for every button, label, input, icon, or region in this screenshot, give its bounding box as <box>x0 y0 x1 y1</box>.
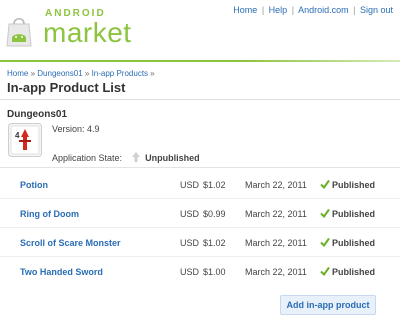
nav-signout-link[interactable]: Sign out <box>360 5 393 15</box>
state-label: Application State: <box>52 153 123 163</box>
breadcrumb-inapp-products[interactable]: In-app Products <box>92 69 148 78</box>
product-currency: USD <box>180 180 200 190</box>
check-icon <box>320 266 330 276</box>
breadcrumb-separator: » <box>84 69 90 78</box>
product-name-link[interactable]: Scroll of Scare Monster <box>20 238 121 248</box>
app-icon-number: 4 <box>15 131 20 140</box>
breadcrumb: Home » Dungeons01 » In-app Products » <box>7 69 155 78</box>
unpublished-arrow-icon <box>131 152 140 162</box>
header-divider <box>0 60 400 62</box>
version-label: Version: <box>52 124 85 134</box>
product-row: Ring of Doom USD $0.99 March 22, 2011 Pu… <box>0 199 400 228</box>
breadcrumb-app[interactable]: Dungeons01 <box>37 69 82 78</box>
product-currency: USD <box>180 209 200 219</box>
product-name-link[interactable]: Potion <box>20 180 48 190</box>
nav-help-link[interactable]: Help <box>269 5 288 15</box>
title-divider <box>0 99 400 100</box>
product-row: Scroll of Scare Monster USD $1.02 March … <box>0 228 400 257</box>
check-icon <box>320 237 330 247</box>
product-date: March 22, 2011 <box>245 180 307 190</box>
status-text: Published <box>332 209 376 219</box>
check-icon <box>320 179 330 189</box>
nav-home-link[interactable]: Home <box>233 5 257 15</box>
product-status: Published <box>320 237 375 248</box>
product-row: Two Handed Sword USD $1.00 March 22, 201… <box>0 257 400 286</box>
product-price: $0.99 <box>203 209 226 219</box>
brand-market-text: market <box>43 17 132 48</box>
product-currency: USD <box>180 267 200 277</box>
breadcrumb-separator: » <box>30 69 36 78</box>
market-bag-icon <box>6 17 32 47</box>
status-text: Published <box>332 180 376 190</box>
status-text: Published <box>332 267 376 277</box>
product-price: $1.00 <box>203 267 226 277</box>
app-version: Version: 4.9 <box>52 124 100 134</box>
app-info-divider <box>0 167 400 168</box>
breadcrumb-home[interactable]: Home <box>7 69 28 78</box>
app-name: Dungeons01 <box>7 109 68 120</box>
app-icon: 4 <box>8 123 42 157</box>
nav-android-link[interactable]: Android.com <box>298 5 349 15</box>
product-currency: USD <box>180 238 200 248</box>
product-date: March 22, 2011 <box>245 238 307 248</box>
check-icon <box>320 208 330 218</box>
product-date: March 22, 2011 <box>245 209 307 219</box>
android-market-logo[interactable]: ANDROID market <box>5 6 145 50</box>
product-date: March 22, 2011 <box>245 267 307 277</box>
nav-separator: | <box>291 5 295 15</box>
status-text: Published <box>332 238 376 248</box>
add-inapp-product-button[interactable]: Add in-app product <box>280 295 376 315</box>
nav-separator: | <box>353 5 356 15</box>
product-price: $1.02 <box>203 238 226 248</box>
top-nav: Home | Help | Android.com | Sign out <box>233 5 393 15</box>
product-name-link[interactable]: Two Handed Sword <box>20 267 103 277</box>
app-state: Application State: Unpublished <box>52 151 200 163</box>
product-status: Published <box>320 179 375 190</box>
version-value: 4.9 <box>87 124 100 134</box>
product-row: Potion USD $1.02 March 22, 2011 Publishe… <box>0 170 400 199</box>
product-status: Published <box>320 208 375 219</box>
page-title: In-app Product List <box>7 80 126 95</box>
nav-separator: | <box>261 5 265 15</box>
breadcrumb-separator: » <box>150 69 155 78</box>
product-status: Published <box>320 266 375 277</box>
product-name-link[interactable]: Ring of Doom <box>20 209 79 219</box>
product-price: $1.02 <box>203 180 226 190</box>
state-value: Unpublished <box>145 153 200 163</box>
